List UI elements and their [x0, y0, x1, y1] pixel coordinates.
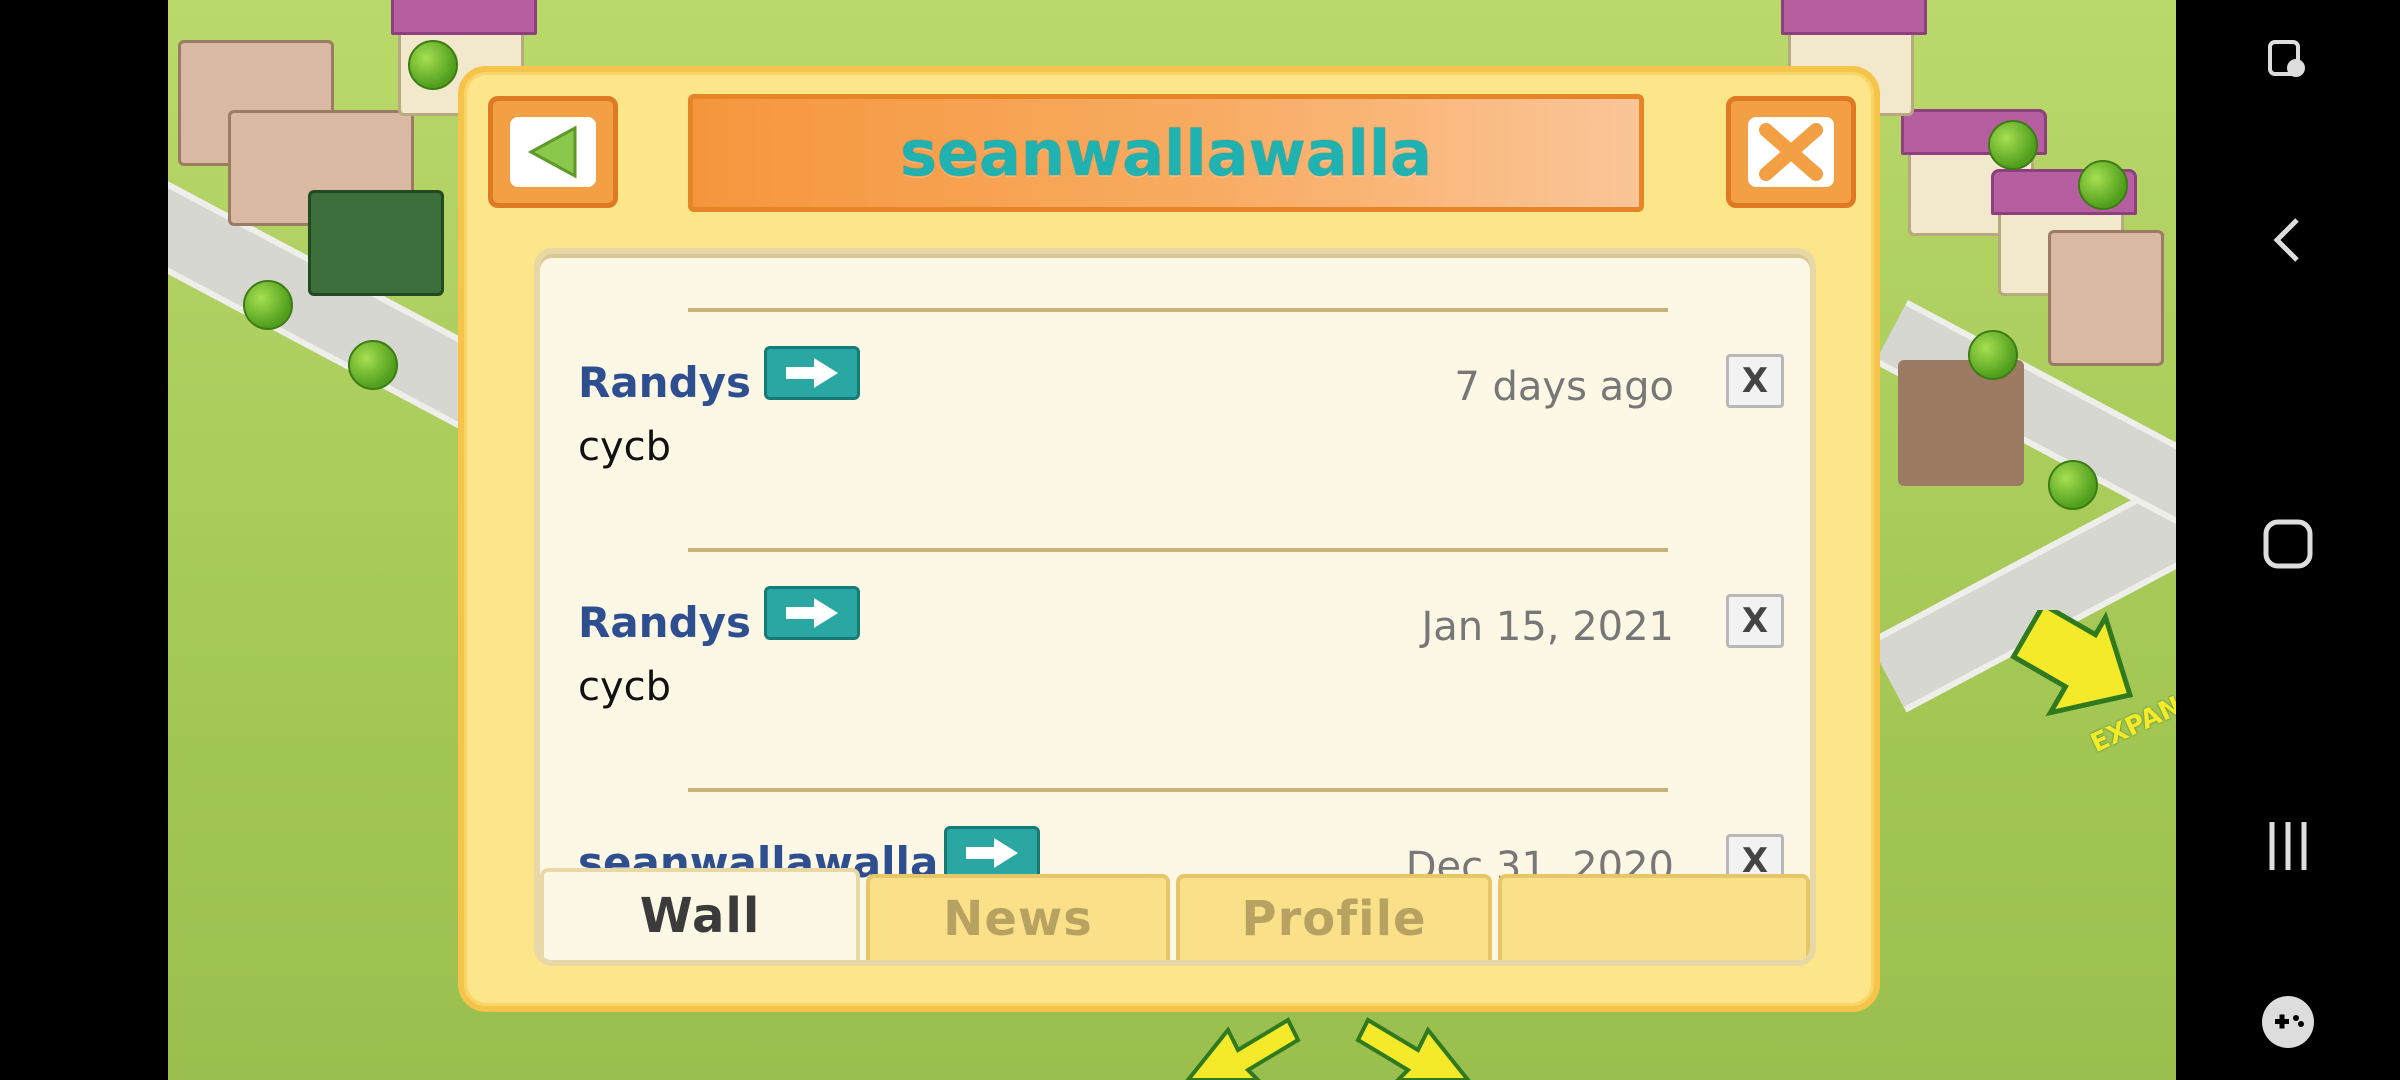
- title-bar: seanwallawalla: [688, 94, 1644, 212]
- home-icon[interactable]: [2176, 504, 2400, 584]
- dialog-title: seanwallawalla: [900, 116, 1432, 190]
- tree: [243, 280, 293, 330]
- tree: [2048, 460, 2098, 510]
- arrow-right-icon: [966, 838, 1018, 868]
- tab-empty: [1498, 874, 1810, 960]
- visit-city-button[interactable]: [764, 586, 860, 640]
- post-message: cycb: [578, 664, 672, 710]
- post-author[interactable]: Randys: [578, 598, 751, 647]
- delete-post-button[interactable]: X: [1726, 594, 1784, 648]
- building: [1898, 360, 2024, 486]
- post-divider: [688, 788, 1668, 792]
- wall-panel: Randys 7 days ago X cycb Randys Jan 15, …: [534, 248, 1816, 966]
- post-author[interactable]: Randys: [578, 358, 751, 407]
- scroll-down-right-arrow-icon[interactable]: [1348, 1010, 1488, 1080]
- back-arrow-icon: [510, 117, 596, 187]
- post-time: 7 days ago: [1454, 364, 1674, 410]
- visit-city-button[interactable]: [764, 346, 860, 400]
- delete-post-button[interactable]: X: [1726, 354, 1784, 408]
- game-tools-icon[interactable]: [2176, 982, 2400, 1062]
- post-message: cycb: [578, 424, 672, 470]
- tree: [2078, 160, 2128, 210]
- recents-icon[interactable]: [2176, 806, 2400, 886]
- post-divider: [688, 548, 1668, 552]
- post-list[interactable]: Randys 7 days ago X cycb Randys Jan 15, …: [540, 254, 1810, 902]
- tree: [1968, 330, 2018, 380]
- tab-news[interactable]: News: [866, 874, 1170, 960]
- tab-bar: Wall News Profile: [540, 868, 1810, 960]
- tab-profile[interactable]: Profile: [1176, 874, 1492, 960]
- back-button[interactable]: [488, 96, 618, 208]
- tree: [348, 340, 398, 390]
- friend-wall-dialog: seanwallawalla Randys 7 days ago X cycb …: [458, 66, 1880, 1012]
- accessibility-icon[interactable]: [2176, 18, 2400, 98]
- system-nav-bar: [2176, 0, 2400, 1080]
- post-divider: [688, 308, 1668, 312]
- arrow-right-icon: [786, 358, 838, 388]
- tree: [408, 40, 458, 90]
- scroll-down-left-arrow-icon[interactable]: [1168, 1010, 1308, 1080]
- arrow-right-icon: [786, 598, 838, 628]
- wall-post: Randys Jan 15, 2021 X cycb: [540, 548, 1810, 788]
- wall-post: Randys 7 days ago X cycb: [540, 308, 1810, 548]
- back-icon[interactable]: [2176, 200, 2400, 280]
- close-button[interactable]: [1726, 96, 1856, 208]
- close-x-icon: [1748, 117, 1834, 187]
- building: [2048, 230, 2164, 366]
- tree: [1988, 120, 2038, 170]
- tab-wall[interactable]: Wall: [540, 868, 860, 960]
- shop-building: [308, 190, 444, 296]
- post-time: Jan 15, 2021: [1421, 604, 1675, 650]
